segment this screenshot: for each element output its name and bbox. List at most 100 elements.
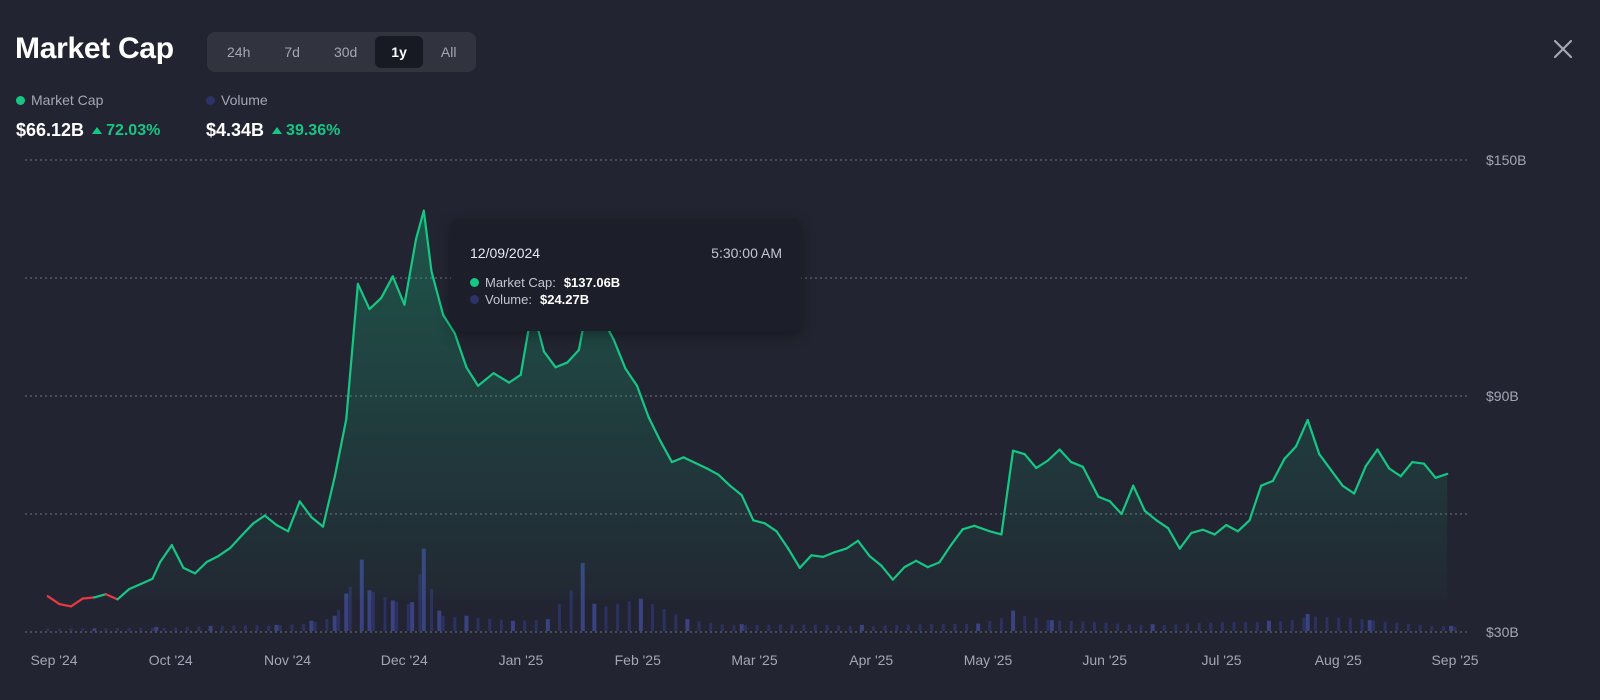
volume-bar <box>638 598 643 631</box>
x-axis-tick-label: Jul '25 <box>1201 652 1241 668</box>
volume-bar <box>545 619 550 631</box>
close-icon[interactable] <box>1550 36 1576 62</box>
volume-bar <box>410 602 415 631</box>
tooltip-market-cap-label: Market Cap: <box>485 275 556 290</box>
volume-bar <box>488 618 492 631</box>
volume-bar <box>837 625 841 631</box>
time-range-tabs: 24h 7d 30d 1y All <box>207 32 477 72</box>
volume-bar <box>174 627 178 631</box>
legend-label: Market Cap <box>31 92 104 108</box>
volume-bar <box>302 624 306 631</box>
volume-bar <box>1174 624 1178 631</box>
legend-market-cap[interactable]: Market Cap $66.12B 72.03% <box>16 92 160 141</box>
volume-bar <box>988 620 992 631</box>
market-cap-line-segment <box>81 596 96 600</box>
volume-dot-icon <box>206 95 215 105</box>
volume-bar <box>767 624 771 631</box>
volume-bar <box>930 624 934 631</box>
chart-tooltip: 12/09/2024 5:30:00 AM Market Cap: $137.0… <box>451 219 801 331</box>
volume-bar <box>1092 621 1096 631</box>
market-cap-line-segment <box>810 554 825 558</box>
volume-bar <box>1209 622 1213 631</box>
volume-bar <box>895 625 899 631</box>
volume-bar <box>162 627 166 631</box>
volume-bar <box>383 597 387 631</box>
volume-bar <box>243 625 247 631</box>
volume-bar <box>267 625 271 631</box>
volume-bar <box>918 624 922 631</box>
volume-bar <box>1023 616 1027 631</box>
volume-bar <box>337 609 341 631</box>
volume-bar <box>1266 620 1271 631</box>
volume-bar <box>1325 616 1329 631</box>
volume-bar <box>309 620 314 631</box>
volume-bar <box>1186 623 1190 631</box>
volume-bar <box>1150 624 1155 631</box>
x-axis-tick-label: Jan '25 <box>499 652 544 668</box>
volume-bar <box>825 625 829 631</box>
volume-bar <box>1441 626 1445 631</box>
tab-30d[interactable]: 30d <box>318 36 373 68</box>
volume-bar <box>1395 622 1399 631</box>
volume-bar <box>1162 625 1166 631</box>
volume-bar <box>232 625 236 631</box>
x-axis-tick-label: Apr '25 <box>849 652 893 668</box>
volume-bar <box>720 624 724 631</box>
volume-bar <box>1034 617 1038 631</box>
volume-bar <box>499 619 503 631</box>
volume-bar <box>150 627 154 631</box>
volume-bar <box>1069 620 1073 631</box>
volume-bar <box>255 625 259 631</box>
legend-volume[interactable]: Volume $4.34B 39.36% <box>206 92 340 141</box>
x-axis-tick-label: Oct '24 <box>149 652 193 668</box>
volume-bar <box>1348 618 1352 631</box>
tab-7d[interactable]: 7d <box>268 36 316 68</box>
legend-label: Volume <box>221 92 268 108</box>
volume-bar <box>1449 625 1454 631</box>
volume-bar <box>1046 619 1050 631</box>
tab-1y[interactable]: 1y <box>375 36 423 68</box>
volume-bar <box>1337 617 1341 631</box>
x-axis-tick-label: Feb '25 <box>615 652 661 668</box>
volume-bar <box>464 615 469 631</box>
volume-bar <box>999 618 1003 631</box>
volume-bar <box>953 623 957 631</box>
tab-24h[interactable]: 24h <box>211 36 266 68</box>
volume-bar <box>1313 616 1317 631</box>
x-axis-tick-label: Jun '25 <box>1082 652 1127 668</box>
volume-bar <box>1430 626 1434 631</box>
volume-bar <box>127 627 131 631</box>
volume-bar <box>1372 620 1376 631</box>
volume-bar <box>1011 610 1016 631</box>
tooltip-time: 5:30:00 AM <box>711 245 782 261</box>
volume-bar <box>81 628 85 631</box>
x-axis-tick-label: Sep '24 <box>30 652 77 668</box>
volume-bar <box>406 603 410 631</box>
volume-bar <box>941 623 945 631</box>
volume-dot-icon <box>470 295 479 304</box>
volume-bar <box>755 624 759 631</box>
tooltip-volume-value: $24.27B <box>539 292 590 307</box>
arrow-up-icon <box>272 127 283 134</box>
tooltip-market-cap-row: Market Cap: $137.06B <box>470 275 620 290</box>
volume-bar <box>1360 619 1364 631</box>
x-axis-tick-label: Aug '25 <box>1315 652 1362 668</box>
volume-bar <box>208 625 213 631</box>
volume-bar <box>616 603 620 631</box>
volume-bar <box>883 625 887 631</box>
volume-bar <box>476 618 480 631</box>
volume-bar <box>1290 620 1294 631</box>
tab-all[interactable]: All <box>425 36 473 68</box>
volume-bar <box>116 627 120 631</box>
volume-bar <box>1453 626 1457 631</box>
volume-bar <box>1406 623 1410 631</box>
market-cap-dot-icon <box>470 278 479 287</box>
arrow-up-icon <box>92 127 103 134</box>
y-axis-tick-label: $90B <box>1486 388 1519 404</box>
x-axis-tick-label: May '25 <box>964 652 1013 668</box>
volume-change: 39.36% <box>272 122 340 140</box>
volume-bar <box>69 628 73 631</box>
volume-bar <box>604 606 608 631</box>
volume-bar <box>46 628 50 631</box>
market-cap-value: $66.12B <box>16 120 85 140</box>
